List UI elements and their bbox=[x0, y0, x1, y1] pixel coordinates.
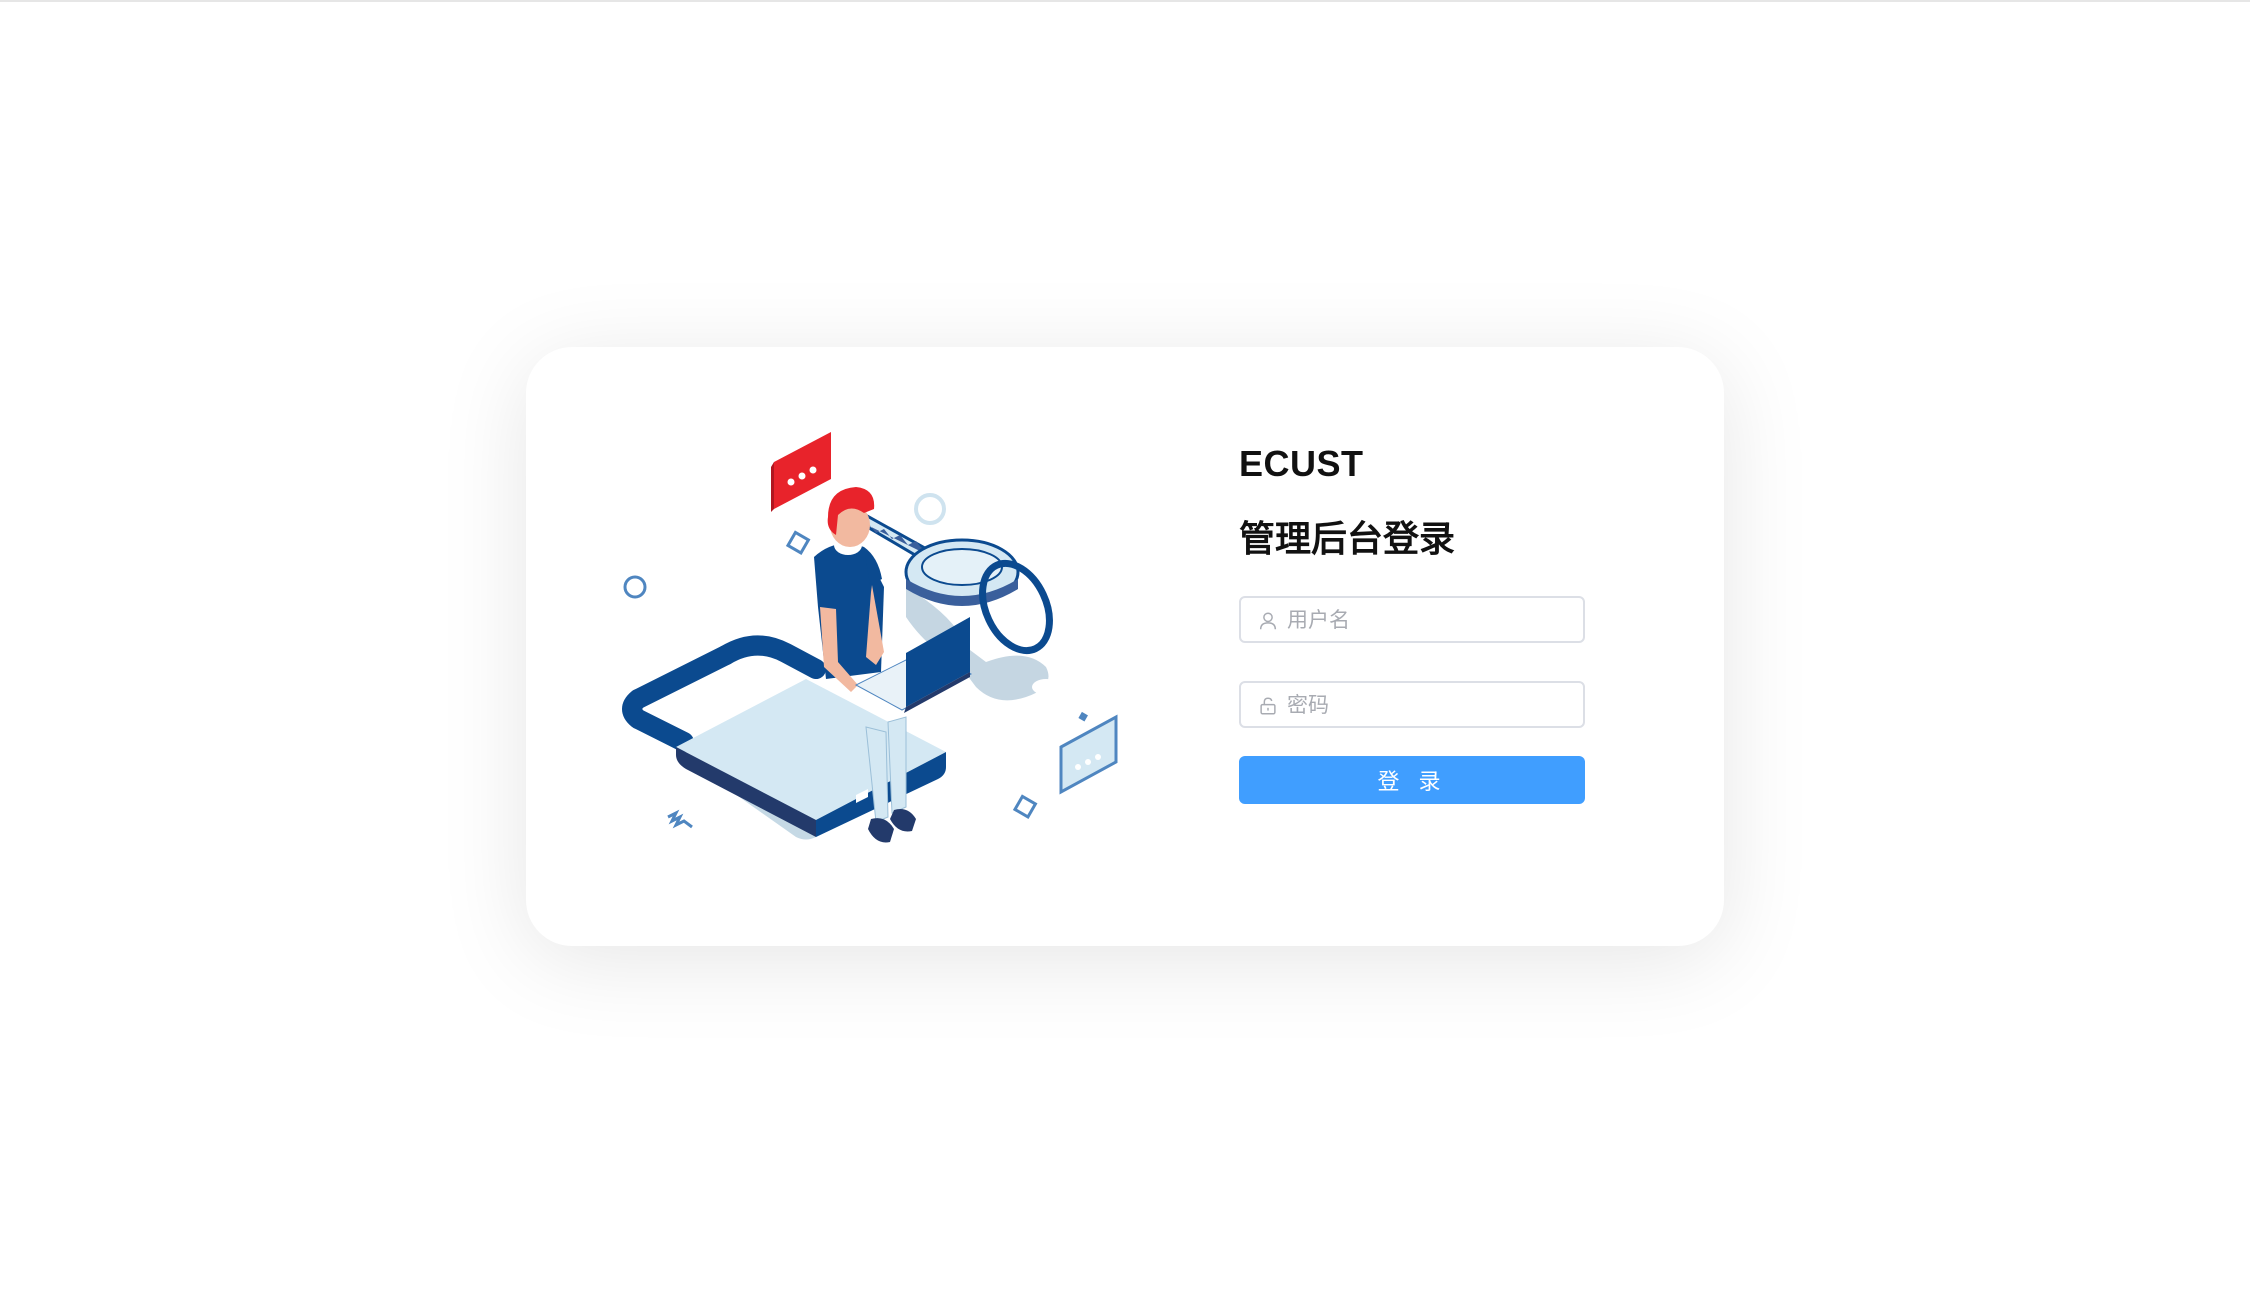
login-button[interactable]: 登 录 bbox=[1239, 756, 1585, 804]
decor-circle bbox=[623, 575, 647, 599]
decor-dot bbox=[1078, 711, 1088, 722]
decor-diamond bbox=[1012, 794, 1038, 819]
login-card: ECUST 管理后台登录 登 录 bbox=[526, 347, 1724, 946]
decor-diamond bbox=[785, 530, 811, 555]
password-field[interactable] bbox=[1239, 681, 1585, 728]
decor-circle bbox=[914, 493, 946, 525]
username-field[interactable] bbox=[1239, 596, 1585, 643]
brand-name: ECUST bbox=[1239, 443, 1364, 484]
password-input[interactable] bbox=[1287, 683, 1567, 726]
window-top-border bbox=[0, 0, 2250, 2]
unlock-icon bbox=[1260, 697, 1276, 715]
decor-squiggle bbox=[667, 809, 693, 829]
blue-chat-bubble-icon bbox=[1059, 714, 1118, 795]
red-chat-bubble-icon bbox=[771, 432, 831, 512]
user-icon bbox=[1259, 612, 1277, 630]
username-input[interactable] bbox=[1287, 598, 1567, 641]
security-illustration bbox=[622, 432, 1118, 843]
login-form: ECUST 管理后台登录 登 录 bbox=[1239, 442, 1585, 804]
login-title: 管理后台登录 bbox=[1239, 519, 1456, 560]
